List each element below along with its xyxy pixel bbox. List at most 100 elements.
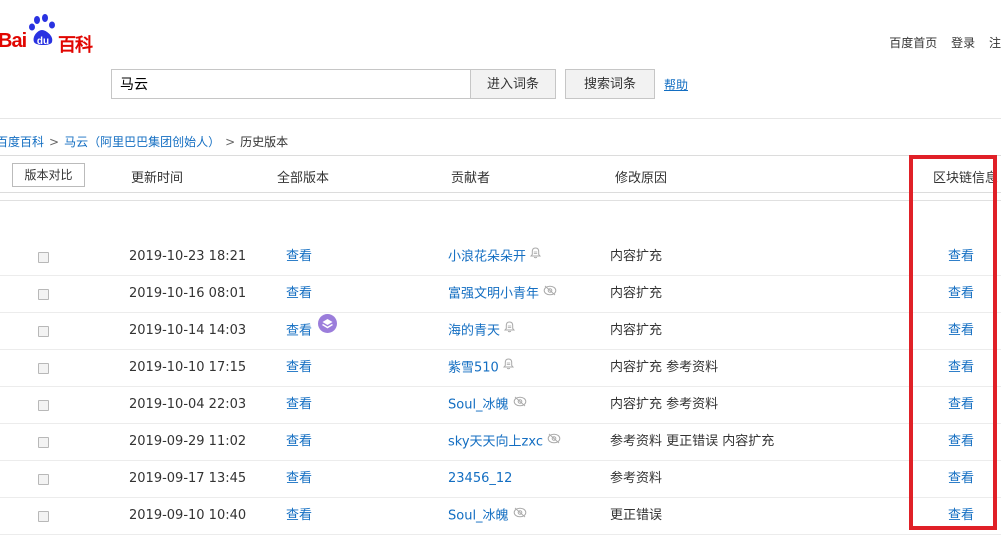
view-version-link-text[interactable]: 查看: [286, 324, 312, 339]
bell-icon: [502, 349, 514, 385]
edit-reason-text: 内容扩充 参考资料: [610, 397, 719, 412]
compare-versions-button[interactable]: 版本对比: [12, 163, 85, 187]
update-time: 2019-09-29 11:02: [129, 424, 246, 460]
row-checkbox[interactable]: [38, 363, 49, 374]
header-subdivider: [0, 200, 1001, 201]
row-checkbox[interactable]: [38, 289, 49, 300]
edit-reason-text: 参考资料: [610, 471, 663, 486]
edit-reason: 更正错误: [610, 498, 662, 534]
edit-reason-text: 内容扩充 参考资料: [610, 360, 719, 375]
search-input[interactable]: [112, 70, 468, 98]
contributor-link-text[interactable]: 富强文明小青年: [448, 287, 539, 302]
breadcrumb-entry[interactable]: 马云（阿里巴巴集团创始人）: [64, 135, 220, 149]
view-version-link-text[interactable]: 查看: [286, 508, 312, 523]
view-version-link[interactable]: 查看: [286, 239, 312, 275]
row-checkbox[interactable]: [38, 437, 49, 448]
contributor-link[interactable]: Soul_冰魄: [448, 498, 527, 534]
contributor-link-text[interactable]: Soul_冰魄: [448, 509, 509, 524]
top-link-login[interactable]: 登录: [951, 36, 975, 50]
update-time-text: 2019-10-23 18:21: [129, 249, 247, 264]
breadcrumb-current: 历史版本: [240, 135, 289, 149]
table-row: 2019-10-14 14:03 查看 海的青天 内容扩充 查看: [0, 313, 1001, 350]
edit-reason: 参考资料 更正错误 内容扩充: [610, 424, 774, 460]
contributor-link[interactable]: 小浪花朵朵开: [448, 238, 542, 275]
update-time: 2019-10-04 22:03: [129, 387, 246, 423]
breadcrumb-home[interactable]: 百度百科: [0, 135, 44, 149]
update-time-text: 2019-09-29 11:02: [129, 434, 247, 449]
view-version-link[interactable]: 查看: [286, 350, 312, 386]
contributor-link[interactable]: 海的青天: [448, 312, 516, 349]
bell-icon: [503, 312, 516, 348]
contributor-link[interactable]: 富强文明小青年: [448, 276, 557, 312]
help-link[interactable]: 帮助: [664, 76, 688, 93]
view-version-link-text[interactable]: 查看: [286, 471, 312, 486]
baidu-baike-logo[interactable]: Bai du 百科: [0, 14, 108, 56]
table-row: 2019-10-10 17:15 查看 紫雪510 内容扩充 参考资料 查看: [0, 350, 1001, 387]
view-version-link[interactable]: 查看: [286, 387, 312, 423]
edit-reason-text: 内容扩充: [610, 249, 663, 264]
update-time: 2019-10-10 17:15: [129, 350, 246, 386]
view-version-link[interactable]: 查看: [286, 424, 312, 460]
table-row: 2019-09-29 11:02 查看 sky天天向上zxc 参考资料 更正错误 内容…: [0, 424, 1001, 461]
view-version-link[interactable]: 查看: [286, 276, 312, 312]
table-row: 2019-10-04 22:03 查看 Soul_冰魄 内容扩充 参考资料 查看: [0, 387, 1001, 424]
view-version-link[interactable]: 查看: [286, 461, 312, 497]
breadcrumb: 百度百科 > 马云（阿里巴巴集团创始人） > 历史版本: [0, 133, 288, 150]
view-version-link-text[interactable]: 查看: [286, 286, 312, 301]
top-link-register[interactable]: 注: [989, 36, 1001, 50]
update-time-text: 2019-09-10 10:40: [129, 508, 247, 523]
update-time-text: 2019-09-17 13:45: [129, 471, 247, 486]
view-version-link[interactable]: 查看: [286, 498, 312, 534]
search-box: [111, 69, 470, 99]
update-time-text: 2019-10-10 17:15: [129, 360, 247, 375]
contributor-link-text[interactable]: 小浪花朵朵开: [448, 250, 526, 265]
edit-reason-text: 内容扩充: [610, 323, 663, 338]
row-checkbox[interactable]: [38, 400, 49, 411]
logo-du-text: du: [36, 36, 50, 47]
table-row: 2019-09-17 13:45 查看 23456_12 参考资料 查看: [0, 461, 1001, 498]
edit-reason-text: 更正错误: [610, 508, 663, 523]
view-version-link-text[interactable]: 查看: [286, 360, 312, 375]
column-header-all-versions[interactable]: 全部版本: [277, 167, 329, 186]
blockchain-column-highlight: [909, 155, 997, 530]
contributor-link-text[interactable]: Soul_冰魄: [448, 398, 509, 413]
enter-entry-button[interactable]: 进入词条: [470, 69, 556, 99]
contributor-link-text[interactable]: 紫雪510: [448, 361, 499, 376]
contributor-link-text[interactable]: 海的青天: [448, 324, 500, 339]
contributor-link[interactable]: Soul_冰魄: [448, 387, 527, 423]
contributor-link-text[interactable]: sky天天向上zxc: [448, 435, 543, 450]
contributor-link[interactable]: 紫雪510: [448, 350, 514, 386]
edit-reason: 内容扩充: [610, 276, 662, 312]
row-checkbox[interactable]: [38, 474, 49, 485]
eye-icon: [513, 386, 527, 422]
contributor-link[interactable]: 23456_12: [448, 461, 512, 497]
header-divider: [0, 118, 1001, 119]
eye-icon: [547, 423, 561, 459]
row-checkbox[interactable]: [38, 326, 49, 337]
view-version-link-text[interactable]: 查看: [286, 434, 312, 449]
featured-version-icon: [318, 312, 338, 348]
edit-reason: 内容扩充: [610, 239, 662, 275]
search-entry-button[interactable]: 搜索词条: [565, 69, 655, 99]
edit-reason: 参考资料: [610, 461, 662, 497]
update-time: 2019-09-10 10:40: [129, 498, 246, 534]
contributor-link[interactable]: sky天天向上zxc: [448, 424, 561, 460]
column-header-reason: 修改原因: [615, 171, 668, 186]
bell-icon: [529, 238, 542, 274]
row-checkbox[interactable]: [38, 511, 49, 522]
view-version-link-text[interactable]: 查看: [286, 397, 312, 412]
table-row: 2019-10-23 18:21 查看 小浪花朵朵开 内容扩充 查看: [0, 239, 1001, 276]
row-checkbox[interactable]: [38, 252, 49, 263]
table-row: 2019-10-16 08:01 查看 富强文明小青年 内容扩充 查看: [0, 276, 1001, 313]
view-version-link[interactable]: 查看: [286, 312, 338, 349]
top-link-home[interactable]: 百度首页: [889, 36, 937, 50]
contributor-link-text[interactable]: 23456_12: [448, 471, 512, 486]
edit-reason: 内容扩充 参考资料: [610, 387, 718, 423]
view-version-link-text[interactable]: 查看: [286, 249, 312, 264]
edit-reason-text: 内容扩充: [610, 286, 663, 301]
breadcrumb-separator: >: [49, 135, 60, 149]
edit-reason: 内容扩充: [610, 313, 662, 349]
breadcrumb-separator: >: [225, 135, 236, 149]
edit-reason-text: 参考资料 更正错误 内容扩充: [610, 434, 775, 449]
update-time: 2019-10-16 08:01: [129, 276, 246, 312]
